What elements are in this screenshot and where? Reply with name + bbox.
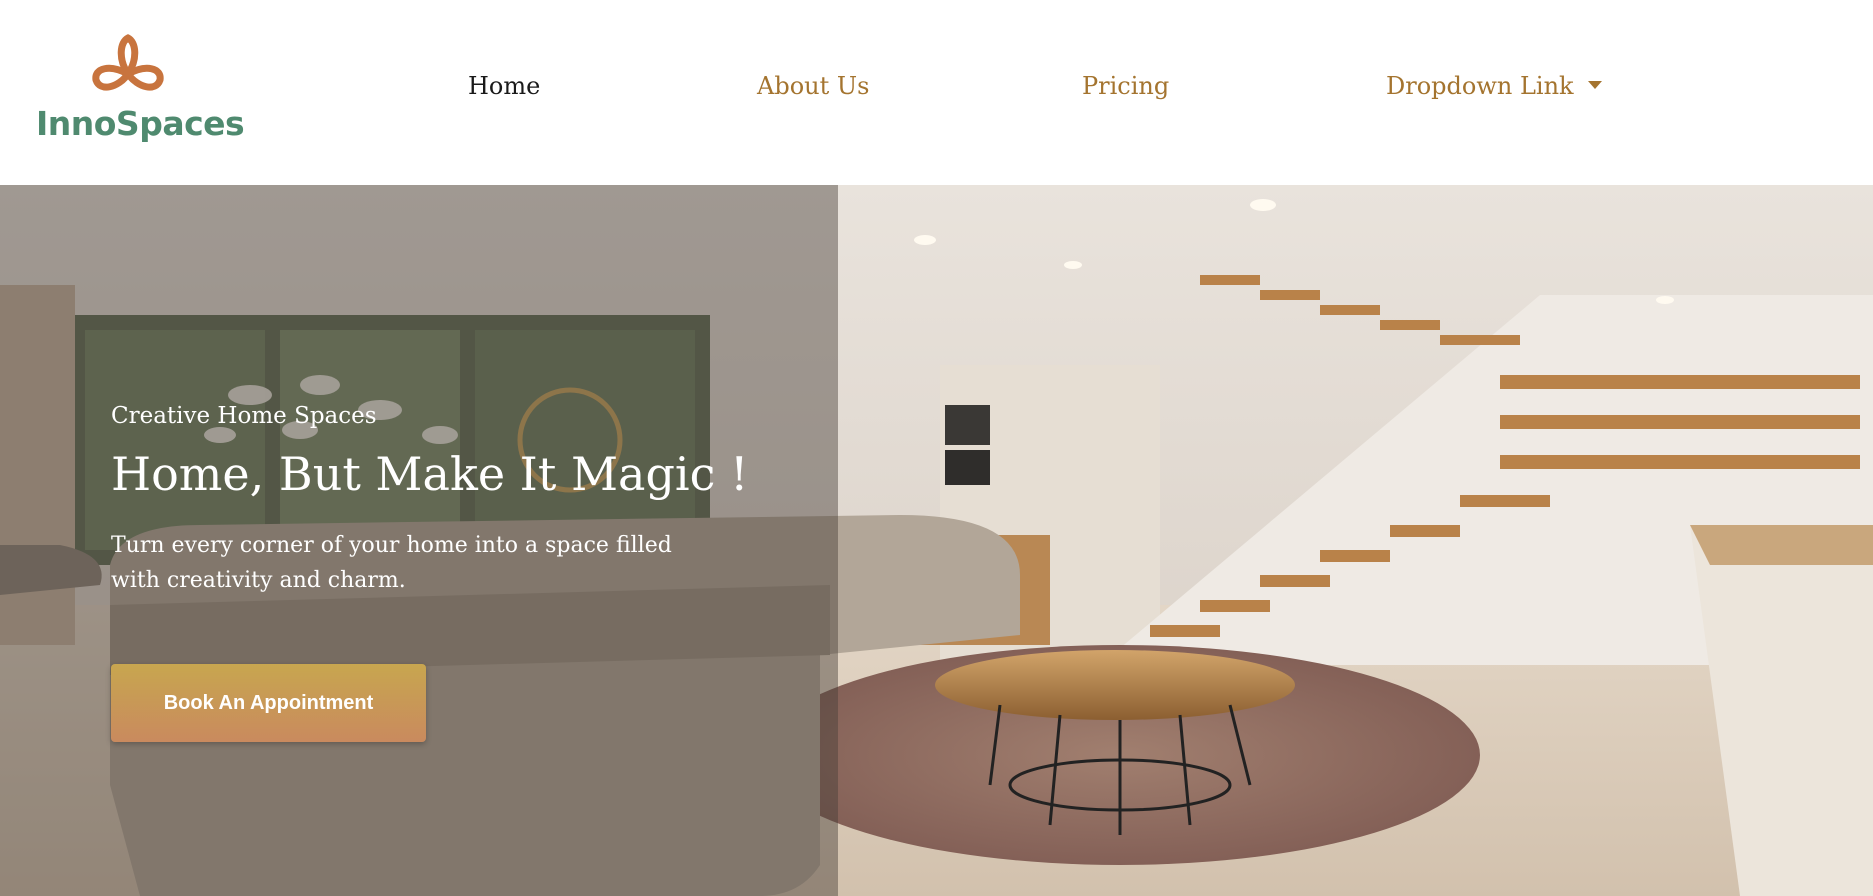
- nav-dropdown-link[interactable]: Dropdown Link: [1386, 72, 1602, 100]
- brand-name: InnoSpaces: [36, 104, 245, 143]
- caret-down-icon: [1587, 80, 1602, 89]
- nav-link-home[interactable]: Home: [468, 72, 540, 100]
- hero-eyebrow: Creative Home Spaces: [111, 403, 377, 429]
- site-header: InnoSpaces Home About Us Pricing Dropdow…: [0, 0, 1873, 185]
- brand-logo[interactable]: InnoSpaces: [36, 34, 245, 146]
- book-appointment-button[interactable]: Book An Appointment: [111, 664, 426, 742]
- hero-headline: Home, But Make It Magic !: [111, 447, 749, 501]
- hero-content: Creative Home Spaces Home, But Make It M…: [111, 403, 831, 598]
- nav-dropdown-label: Dropdown Link: [1386, 72, 1574, 100]
- hero-section: Creative Home Spaces Home, But Make It M…: [0, 185, 1873, 896]
- nav-link-about-us[interactable]: About Us: [757, 72, 869, 100]
- nav-link-pricing[interactable]: Pricing: [1082, 72, 1169, 100]
- hero-subtext: Turn every corner of your home into a sp…: [111, 533, 672, 594]
- flower-icon: [92, 34, 164, 91]
